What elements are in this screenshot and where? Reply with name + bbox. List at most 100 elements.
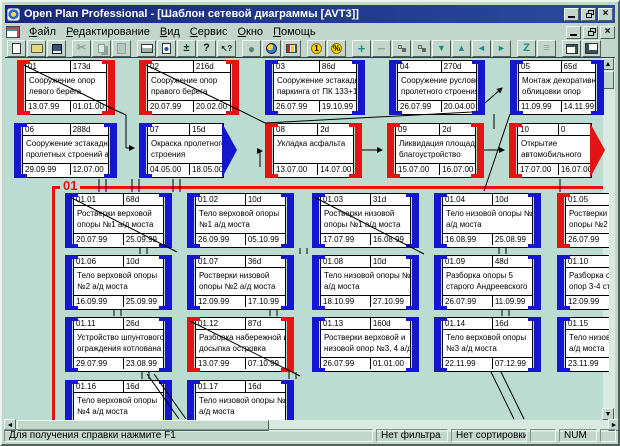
notes-button[interactable]: ≡ — [537, 40, 556, 57]
activity-duration: 173d — [71, 61, 106, 72]
activity-dates: 13.07.9907.10.99 — [196, 357, 285, 369]
activity-start-date: 18.10.99 — [321, 296, 371, 307]
document-icon[interactable] — [6, 26, 20, 38]
activity-name-line1: Укладка асфальта — [277, 138, 350, 149]
activity-card: 01.1126dУстройство шпунтовогоограждения … — [73, 317, 164, 372]
zoom-z-icon: Z — [523, 43, 530, 54]
minimize-button[interactable] — [564, 8, 579, 21]
save-icon — [52, 44, 62, 54]
activity-end-date: 01.01.00 — [71, 101, 106, 112]
cut-button[interactable]: ✂ — [72, 40, 91, 57]
activity-box[interactable]: 0565dМонтаж декоративнойоблицовки опор11… — [510, 60, 604, 115]
zoom-z-button[interactable]: Z — [517, 40, 536, 57]
context-help-icon: ↖? — [221, 45, 233, 53]
activity-header: 082d — [274, 124, 353, 136]
activity-start-date: 13.07.99 — [26, 101, 71, 112]
activity-card: 01.0810dТело низовой опоры №2а/д моста18… — [320, 255, 411, 310]
menu-item-edit[interactable]: Редактирование — [61, 25, 155, 39]
activity-box[interactable]: 01.1616dТело верховой опоры№4 а/д моста — [65, 380, 172, 420]
activity-box[interactable]: 0715dОкраска пролетногостроения04.05.001… — [139, 123, 237, 178]
histogram-button[interactable] — [282, 40, 301, 57]
activity-name: Сооружение опорправого берега — [148, 73, 230, 100]
bracket-right-icon — [287, 317, 294, 372]
activity-start-date: 26.07.99 — [566, 234, 609, 245]
app-icon[interactable] — [7, 8, 20, 21]
bracket-left-icon — [509, 123, 516, 178]
copy-button[interactable] — [92, 40, 111, 57]
move-up-button[interactable]: ▲ — [452, 40, 471, 57]
save-button[interactable] — [47, 40, 66, 57]
activity-box[interactable]: 04270dСооружение русловогопролетного стр… — [389, 60, 485, 115]
menu-item-view[interactable]: Вид — [155, 25, 185, 39]
activity-box[interactable]: 01.0331dРостверки низовойопоры №1 а/д мо… — [312, 193, 419, 248]
context-help-button[interactable]: ↖? — [217, 40, 236, 57]
activity-box[interactable]: 01173dСооружение опорлевого берега13.07.… — [17, 60, 115, 115]
new-document-button[interactable] — [7, 40, 26, 57]
add-activity-button[interactable]: + — [352, 40, 371, 57]
menu-item-tools[interactable]: Сервис — [185, 25, 233, 39]
activity-box[interactable]: 01.0168dРостверки верховойопоры №1 а/д м… — [65, 193, 172, 248]
activity-box[interactable]: 01.0210dТело верховой опоры№1 а/д моста2… — [187, 193, 294, 248]
activity-name-line2: а/д моста — [446, 219, 529, 230]
activity-box[interactable]: 01.0736dРостверки низовойопоры №2 а/д мо… — [187, 255, 294, 310]
activity-box[interactable]: 01.1126dУстройство шпунтовогоограждения … — [65, 317, 172, 372]
activity-box[interactable]: 01.15Тело низовоа/д моста23.11.99 — [557, 317, 609, 372]
close-button[interactable]: × — [598, 8, 613, 21]
menu-item-file[interactable]: Файл — [24, 25, 61, 39]
bracket-left-icon — [312, 317, 319, 372]
activity-box[interactable]: 092dЛиквидация площадки иблагоустройство… — [387, 123, 484, 178]
window-view-large-button[interactable] — [582, 40, 601, 57]
cost-button[interactable]: 1 — [307, 40, 326, 57]
unlink-activities-button[interactable] — [412, 40, 431, 57]
restore-button[interactable] — [581, 8, 596, 21]
activity-box[interactable]: 01.0610dТело верховой опоры№2 а/д моста1… — [65, 255, 172, 310]
activity-start-date: 29.09.99 — [23, 164, 71, 175]
activity-name-line1: Тело верховой опоры — [77, 270, 160, 281]
link-activities-button[interactable] — [392, 40, 411, 57]
mdi-close-button[interactable]: × — [600, 26, 615, 39]
activity-box[interactable]: 02216dСооружение опорправого берега20.07… — [139, 60, 239, 115]
status-circle-button[interactable]: ● — [242, 40, 261, 57]
activity-box[interactable]: 01.13160dРостверки верховой инизовой опо… — [312, 317, 419, 372]
mdi-restore-button[interactable] — [583, 26, 598, 39]
percent-complete-button[interactable]: % — [327, 40, 346, 57]
activity-name-line2: а/д моста — [199, 406, 282, 417]
activity-box[interactable]: 06288dСооружение эстакадныхпролетных стр… — [14, 123, 117, 178]
delete-activity-button[interactable]: − — [372, 40, 391, 57]
print-preview-button[interactable] — [157, 40, 176, 57]
activity-header: 092d — [396, 124, 475, 136]
activity-card: 06288dСооружение эстакадныхпролетных стр… — [22, 123, 109, 178]
move-down-button[interactable]: ▼ — [432, 40, 451, 57]
vertical-scroll-thumb[interactable] — [603, 71, 614, 89]
time-analysis-button[interactable] — [262, 40, 281, 57]
activity-duration: 10d — [246, 194, 285, 205]
diagram-canvas[interactable]: 01 01173dСооружение опорлевого берега13.… — [4, 58, 609, 420]
activity-box[interactable]: 01.1287dРазборка набережной идосыпка ост… — [187, 317, 294, 372]
paste-button[interactable] — [112, 40, 131, 57]
activity-box[interactable]: 01.1416dТело верховой опоры№3 а/д моста2… — [434, 317, 541, 372]
open-file-button[interactable] — [27, 40, 46, 57]
activity-box[interactable]: 01.10Разборка осопор 3-4 ста12.09.99 — [557, 255, 609, 310]
activity-box[interactable]: 01.0810dТело низовой опоры №2а/д моста18… — [312, 255, 419, 310]
activity-box[interactable]: 01.05Ростверки вопоры №2 а26.07.99 — [557, 193, 609, 248]
help-button[interactable]: ? — [197, 40, 216, 57]
activity-name: Тело низовоа/д моста — [566, 330, 609, 357]
activity-box[interactable]: 01.0948dРазборка опоры 5старого Андреевс… — [434, 255, 541, 310]
activity-box[interactable]: 01.0410dТело низовой опоры №1а/д моста16… — [434, 193, 541, 248]
menu-item-help[interactable]: Помощь — [268, 25, 321, 39]
insert-activity-button[interactable]: ± — [177, 40, 196, 57]
activity-name-line2: паркинга от ПК 133+10 — [277, 86, 353, 97]
window-view-icon — [566, 44, 578, 54]
activity-box[interactable]: 01.1716dТело низовой опоры №4а/д моста — [187, 380, 294, 420]
activity-box[interactable]: 0386dСооружение эстакадыпаркинга от ПК 1… — [265, 60, 365, 115]
move-right-button[interactable]: ► — [492, 40, 511, 57]
window-view-button[interactable] — [562, 40, 581, 57]
activity-name: Окраска пролетногостроения — [148, 136, 223, 163]
menu-item-window[interactable]: Окно — [232, 25, 268, 39]
activity-box[interactable]: 082dУкладка асфальта13.07.0014.07.00 — [265, 123, 362, 178]
print-button[interactable] — [137, 40, 156, 57]
move-left-button[interactable]: ◄ — [472, 40, 491, 57]
activity-box[interactable]: 100Открытиеавтомобильного17.07.0016.07.0… — [509, 123, 605, 178]
mdi-minimize-button[interactable] — [566, 26, 581, 39]
activity-id: 01.05 — [566, 194, 609, 205]
